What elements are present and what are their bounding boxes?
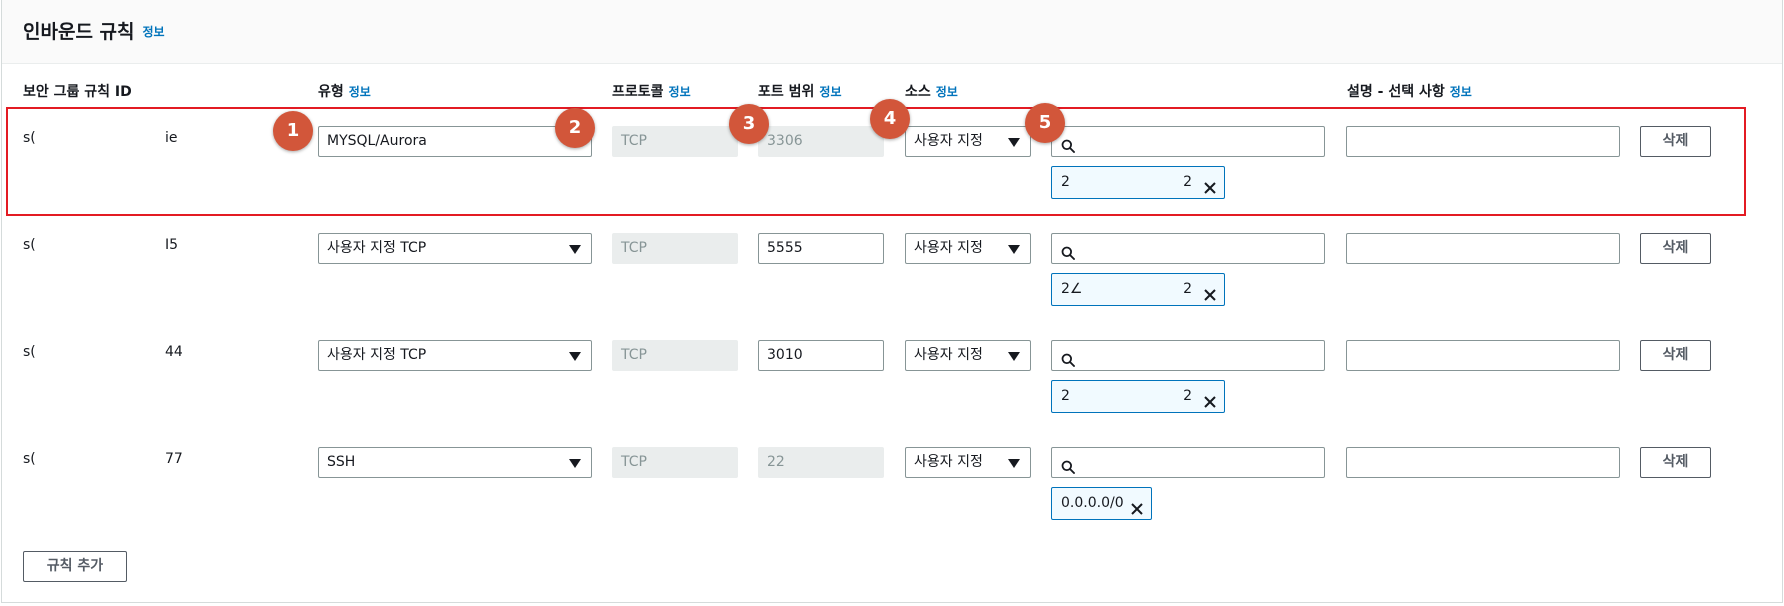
- protocol-field: TCP: [612, 447, 738, 478]
- column-header-type: 유형 정보: [318, 84, 371, 100]
- source-info-link[interactable]: 정보: [936, 85, 958, 99]
- callout-4: 4: [870, 99, 910, 139]
- close-icon[interactable]: [1203, 390, 1217, 421]
- source-token: 2∠ 2: [1051, 273, 1225, 306]
- caret-down-icon: [569, 352, 581, 361]
- source-search-input[interactable]: [1051, 447, 1325, 478]
- type-select[interactable]: SSH: [318, 447, 592, 478]
- type-select[interactable]: 사용자 지정 TCP: [318, 233, 592, 264]
- source-search-input[interactable]: [1051, 233, 1325, 264]
- header-info-link[interactable]: 정보: [143, 25, 165, 39]
- type-select[interactable]: 사용자 지정 TCP: [318, 340, 592, 371]
- caret-down-icon: [1008, 459, 1020, 468]
- panel-header: 인바운드 규칙 정보: [2, 0, 1782, 64]
- inbound-rules-panel: 인바운드 규칙 정보 보안 그룹 규칙 ID 유형 정보 프로토콜 정보 포트 범위 정…: [1, 0, 1783, 603]
- rule-id: s(I5: [23, 237, 179, 253]
- port-range-input: 22: [758, 447, 884, 478]
- column-header-source: 소스 정보: [905, 84, 958, 100]
- delete-button[interactable]: 삭제: [1640, 233, 1711, 264]
- search-icon: [1061, 242, 1075, 271]
- port-info-link[interactable]: 정보: [819, 85, 841, 99]
- port-range-input[interactable]: 3010: [758, 340, 884, 371]
- source-token: 2 2: [1051, 380, 1225, 413]
- column-header-rule-id: 보안 그룹 규칙 ID: [23, 84, 132, 100]
- caret-down-icon: [1008, 245, 1020, 254]
- caret-down-icon: [1008, 352, 1020, 361]
- source-select[interactable]: 사용자 지정: [905, 340, 1031, 371]
- caret-down-icon: [569, 245, 581, 254]
- source-token: 0.0.0.0/0: [1051, 487, 1152, 520]
- column-header-protocol: 프로토콜 정보: [612, 84, 691, 100]
- delete-button[interactable]: 삭제: [1640, 447, 1711, 478]
- caret-down-icon: [569, 459, 581, 468]
- description-input[interactable]: [1346, 233, 1620, 264]
- source-search-input[interactable]: [1051, 340, 1325, 371]
- close-icon[interactable]: [1130, 497, 1144, 528]
- source-select[interactable]: 사용자 지정: [905, 447, 1031, 478]
- callout-5: 5: [1025, 103, 1065, 143]
- callout-2: 2: [555, 108, 595, 148]
- rule-id: s(77: [23, 451, 183, 467]
- page-title: 인바운드 규칙 정보: [23, 21, 165, 43]
- protocol-field: TCP: [612, 233, 738, 264]
- description-input[interactable]: [1346, 447, 1620, 478]
- port-range-input[interactable]: 5555: [758, 233, 884, 264]
- search-icon: [1061, 349, 1075, 378]
- column-header-description: 설명 - 선택 사항 정보: [1347, 84, 1472, 100]
- rule-id: s(44: [23, 344, 183, 360]
- protocol-info-link[interactable]: 정보: [669, 85, 691, 99]
- protocol-field: TCP: [612, 340, 738, 371]
- close-icon[interactable]: [1203, 283, 1217, 314]
- search-icon: [1061, 456, 1075, 485]
- add-rule-button[interactable]: 규칙 추가: [23, 551, 127, 582]
- column-header-port-range: 포트 범위 정보: [758, 84, 842, 100]
- source-select[interactable]: 사용자 지정: [905, 233, 1031, 264]
- description-input[interactable]: [1346, 340, 1620, 371]
- callout-3: 3: [729, 104, 769, 144]
- delete-button[interactable]: 삭제: [1640, 340, 1711, 371]
- type-info-link[interactable]: 정보: [349, 85, 371, 99]
- callout-1: 1: [273, 111, 313, 151]
- description-info-link[interactable]: 정보: [1450, 85, 1472, 99]
